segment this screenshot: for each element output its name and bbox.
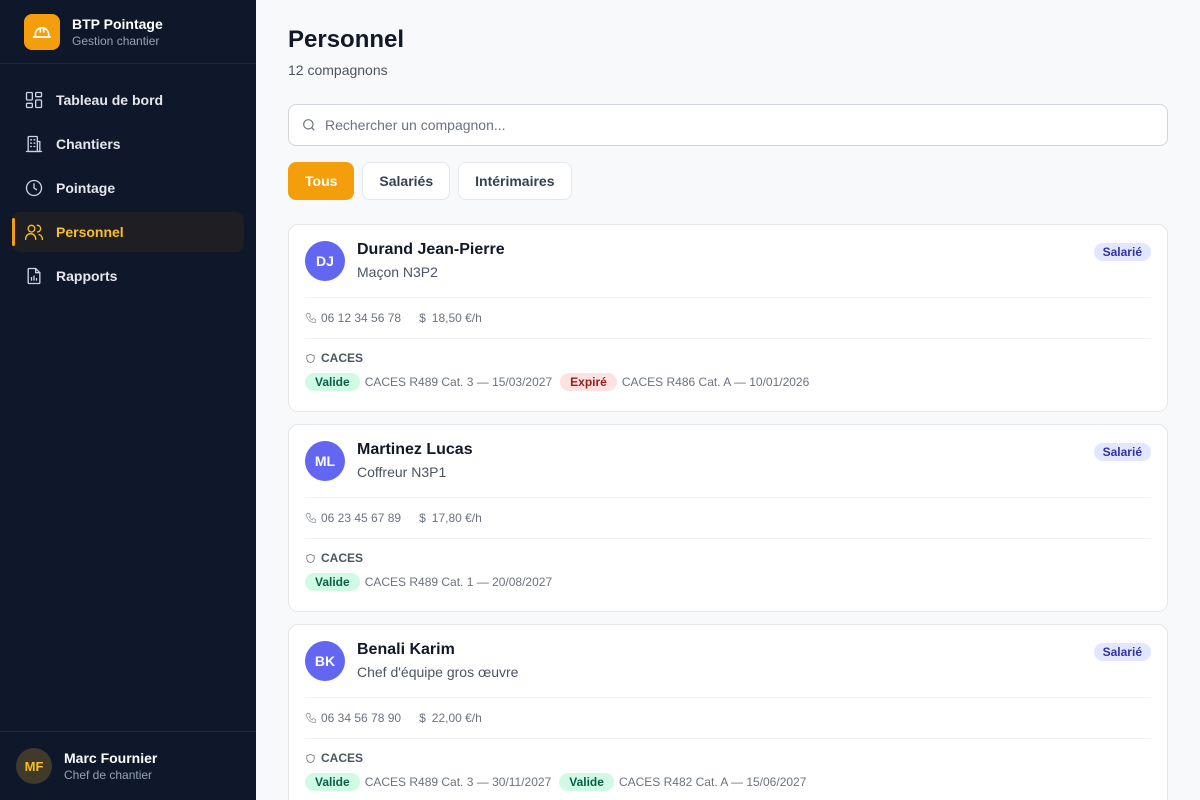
- worker-rate: 17,80 €/h: [431, 511, 482, 525]
- dollar-icon: $: [419, 711, 426, 725]
- worker-role: Coffreur N3P1: [357, 464, 447, 480]
- avatar: ML: [305, 441, 345, 481]
- dollar-icon: $: [419, 511, 426, 525]
- filter-tous[interactable]: Tous: [288, 162, 355, 200]
- caces-heading: CACES: [305, 351, 1151, 365]
- worker-rate: 18,50 €/h: [431, 311, 482, 325]
- sidebar-item-label: Personnel: [56, 224, 124, 240]
- dollar-icon: $: [419, 311, 426, 325]
- page-title: Personnel: [288, 26, 405, 53]
- cert-text: CACES R486 Cat. A — 10/01/2026: [621, 375, 810, 389]
- search-box[interactable]: [288, 104, 1168, 146]
- filter-salaries[interactable]: Salariés: [362, 162, 451, 200]
- status-badge: Salarié: [1093, 443, 1151, 461]
- user-profile[interactable]: MF Marc Fournier Chef de chantier: [0, 731, 256, 800]
- sidebar-nav: Tableau de bord Chantiers Pointage Perso…: [0, 64, 256, 316]
- brand-title: BTP Pointage: [72, 15, 163, 32]
- status-badge: Salarié: [1093, 643, 1151, 661]
- cert-list: Valide CACES R489 Cat. 1 — 20/08/2027: [305, 573, 1151, 591]
- dashboard-icon: [25, 91, 43, 109]
- sidebar-item-label: Pointage: [56, 180, 116, 196]
- worker-phone: 06 23 45 67 89: [321, 511, 402, 525]
- cert-list: Valide CACES R489 Cat. 3 — 30/11/2027 Va…: [305, 773, 1151, 791]
- filter-interimaires[interactable]: Intérimaires: [458, 162, 572, 200]
- avatar: DJ: [305, 241, 345, 281]
- phone-icon: [306, 513, 316, 523]
- status-badge: Valide: [305, 773, 360, 791]
- main-content: Personnel 12 compagnons Tous Salariés In…: [256, 0, 1200, 800]
- worker-list: DJ Durand Jean-Pierre Maçon N3P2 Salarié…: [288, 224, 1168, 800]
- caces-heading: CACES: [305, 551, 1151, 565]
- worker-contact: 06 23 45 67 89 $ 17,80 €/h: [305, 498, 1151, 539]
- cert-text: CACES R482 Cat. A — 15/06/2027: [618, 775, 807, 789]
- phone-icon: [306, 713, 316, 723]
- sidebar-item-label: Rapports: [56, 268, 118, 284]
- user-role: Chef de chantier: [64, 768, 153, 782]
- hard-hat-icon: [24, 13, 60, 50]
- sidebar-item-tableau-de-bord[interactable]: Tableau de bord: [12, 80, 244, 120]
- phone-icon: [306, 313, 316, 323]
- status-badge: Salarié: [1093, 243, 1151, 261]
- cert-text: CACES R489 Cat. 3 — 15/03/2027: [364, 375, 553, 389]
- worker-name: Durand Jean-Pierre: [357, 241, 505, 258]
- worker-card[interactable]: ML Martinez Lucas Coffreur N3P1 Salarié …: [288, 424, 1168, 612]
- shield-icon: [306, 353, 315, 363]
- brand-subtitle: Gestion chantier: [72, 33, 160, 48]
- user-name: Marc Fournier: [64, 750, 158, 766]
- page-subtitle: 12 compagnons: [288, 62, 388, 78]
- worker-contact: 06 34 56 78 90 $ 22,00 €/h: [305, 698, 1151, 739]
- status-badge: Valide: [305, 573, 360, 591]
- worker-rate: 22,00 €/h: [431, 711, 482, 725]
- cert-text: CACES R489 Cat. 3 — 30/11/2027: [364, 775, 552, 789]
- users-icon: [25, 224, 43, 241]
- sidebar-item-personnel[interactable]: Personnel: [12, 212, 244, 252]
- sidebar-item-chantiers[interactable]: Chantiers: [12, 124, 244, 164]
- status-badge: Valide: [305, 373, 360, 391]
- brand: BTP Pointage Gestion chantier: [0, 0, 256, 64]
- search-input[interactable]: [325, 117, 1155, 133]
- avatar: MF: [16, 748, 52, 784]
- filter-tabs: Tous Salariés Intérimaires: [288, 162, 572, 200]
- sidebar-item-label: Tableau de bord: [56, 92, 164, 108]
- report-icon: [27, 267, 41, 285]
- status-badge: Expiré: [560, 373, 617, 391]
- worker-role: Chef d'équipe gros œuvre: [357, 664, 519, 680]
- worker-phone: 06 12 34 56 78: [321, 311, 402, 325]
- shield-icon: [306, 553, 315, 563]
- building-icon: [25, 135, 43, 153]
- status-badge: Valide: [559, 773, 614, 791]
- worker-contact: 06 12 34 56 78 $ 18,50 €/h: [305, 298, 1151, 339]
- worker-phone: 06 34 56 78 90: [321, 711, 402, 725]
- sidebar-item-label: Chantiers: [56, 136, 121, 152]
- shield-icon: [306, 753, 315, 763]
- worker-name: Martinez Lucas: [357, 441, 473, 458]
- caces-heading: CACES: [305, 751, 1151, 765]
- search-icon: [303, 119, 315, 131]
- cert-text: CACES R489 Cat. 1 — 20/08/2027: [364, 575, 553, 589]
- worker-card[interactable]: BK Benali Karim Chef d'équipe gros œuvre…: [288, 624, 1168, 800]
- sidebar: BTP Pointage Gestion chantier Tableau de…: [0, 0, 256, 800]
- avatar: BK: [305, 641, 345, 681]
- sidebar-item-pointage[interactable]: Pointage: [12, 168, 244, 208]
- clock-icon: [25, 179, 43, 197]
- worker-card[interactable]: DJ Durand Jean-Pierre Maçon N3P2 Salarié…: [288, 224, 1168, 412]
- cert-list: Valide CACES R489 Cat. 3 — 15/03/2027 Ex…: [305, 373, 1151, 391]
- worker-name: Benali Karim: [357, 641, 455, 658]
- sidebar-item-rapports[interactable]: Rapports: [12, 256, 244, 296]
- worker-role: Maçon N3P2: [357, 264, 438, 280]
